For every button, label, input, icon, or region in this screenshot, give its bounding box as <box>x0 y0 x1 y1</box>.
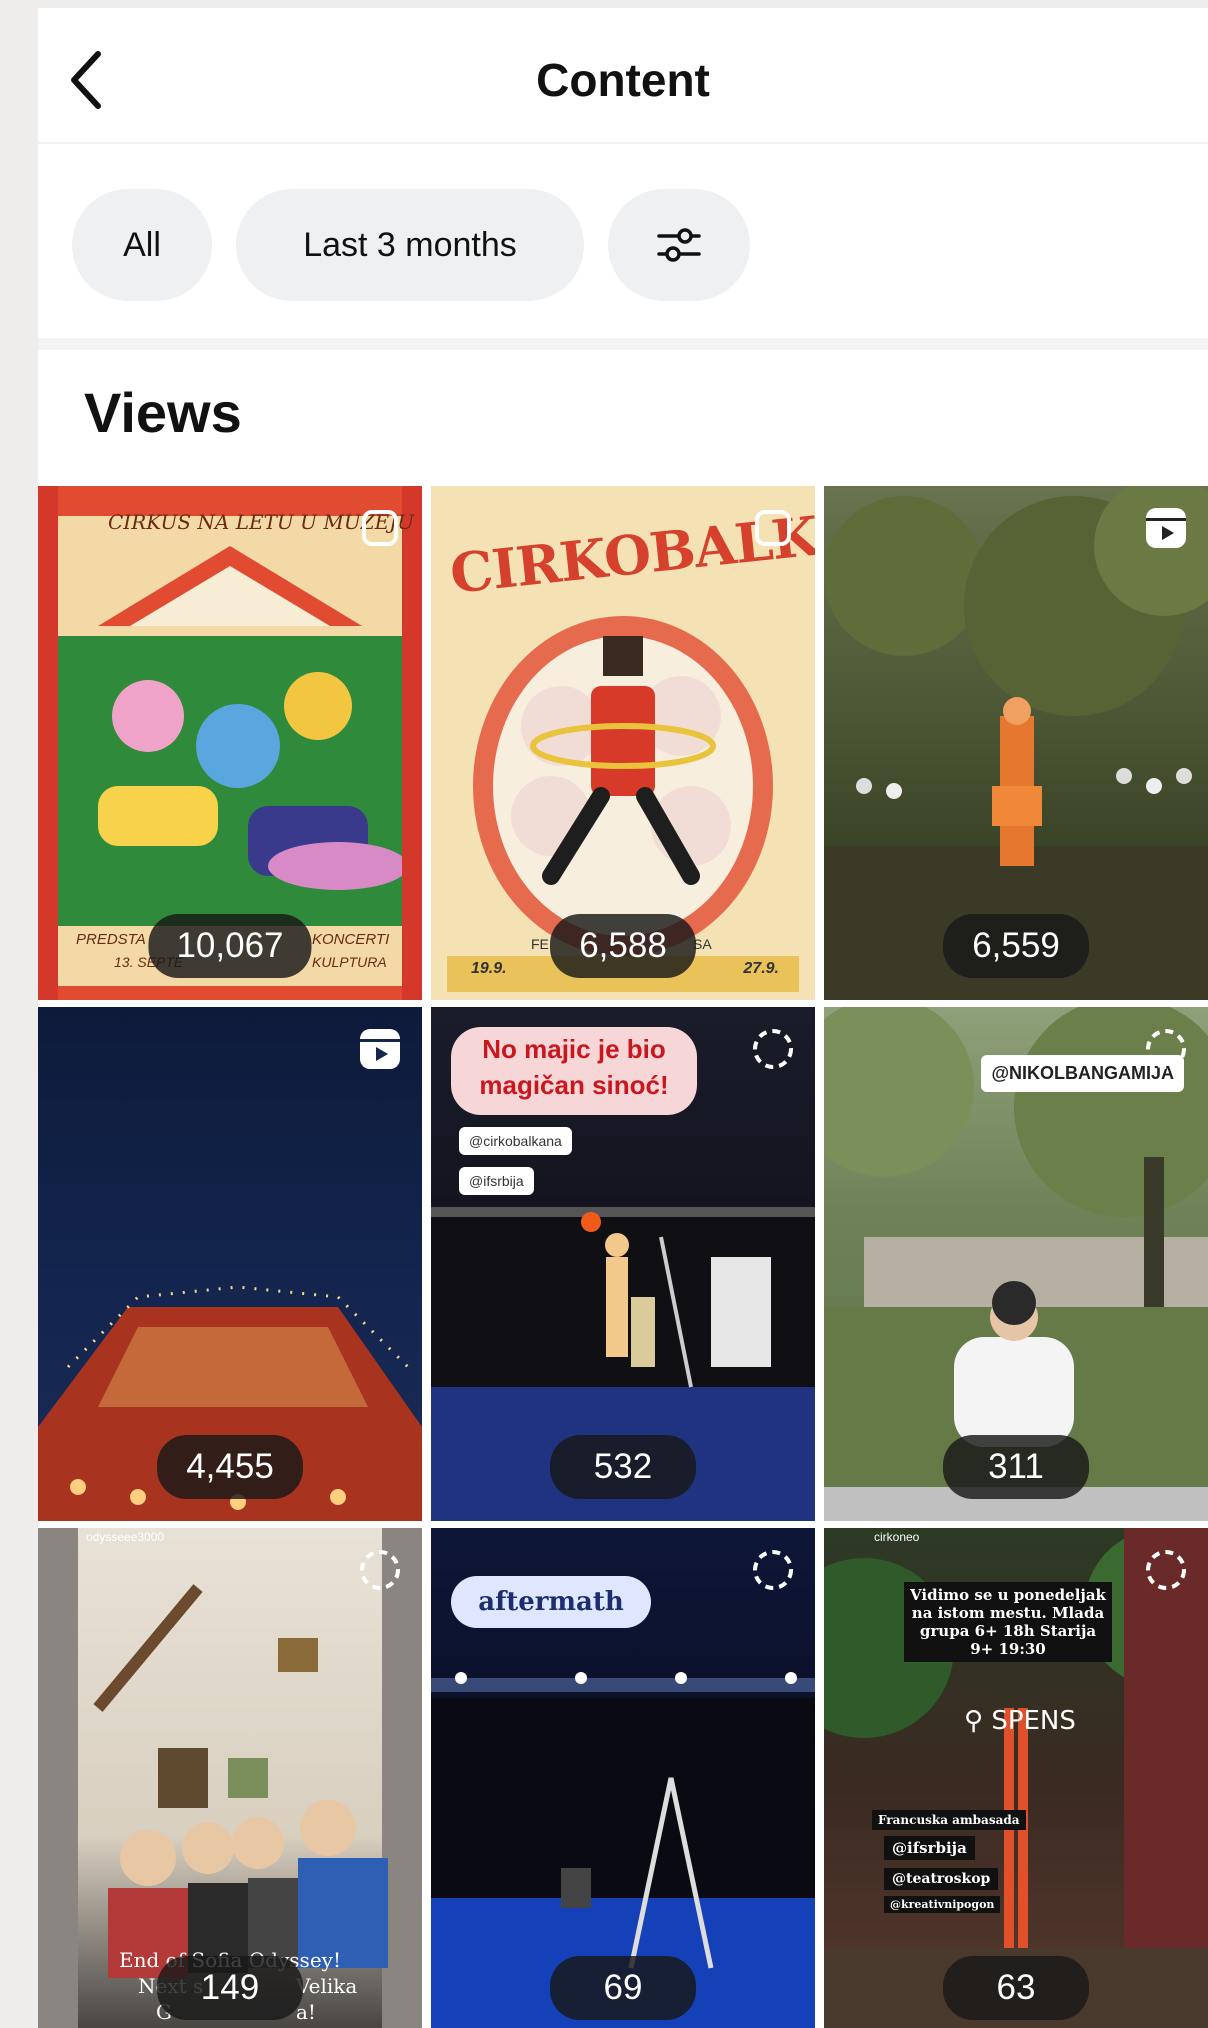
view-count-badge: 4,455 <box>157 1435 303 1499</box>
header: Content <box>38 8 1208 142</box>
content-tile[interactable]: aftermath 69 <box>431 1528 815 2028</box>
story-caption: Vidimo se u ponedeljak na istom mestu. M… <box>904 1582 1112 1662</box>
mention-tag: @ifsrbija <box>884 1836 975 1860</box>
story-username: cirkoneo <box>874 1530 920 1544</box>
location-label: SPENS <box>991 1706 1076 1736</box>
content-tile[interactable]: cirkoneo Vidimo se u ponedeljak na istom… <box>824 1528 1208 2028</box>
view-count-badge: 149 <box>157 1956 303 2020</box>
reel-icon <box>360 1029 400 1069</box>
mention-tag: @cirkobalkana <box>459 1127 572 1155</box>
poster-text: FE <box>531 936 549 952</box>
poster-date: 27.9. <box>743 960 779 977</box>
content-tile[interactable]: 4,455 <box>38 1007 422 1521</box>
reel-icon <box>1146 508 1186 548</box>
poster-text: KULPTURA <box>312 954 387 970</box>
story-username: odysseee3000 <box>86 1530 165 1544</box>
filter-date-range-chip[interactable]: Last 3 months <box>236 189 584 301</box>
poster-text: PREDSTA <box>76 931 146 948</box>
view-count-badge: 69 <box>550 1956 696 2020</box>
location-sticker: ⚲ SPENS <box>964 1706 1076 1736</box>
content-tile[interactable]: CIRKOBALKANA 19.9. 27.9. FE SA 6,588 <box>431 486 815 1000</box>
section-divider <box>38 338 1208 350</box>
story-icon <box>1146 1550 1186 1590</box>
filter-bar: All Last 3 months <box>38 144 1208 338</box>
content-tile[interactable]: CIRKUS NA LETU U MUZEJU PREDSTA 13. SEPT… <box>38 486 422 1000</box>
content-tile[interactable]: odysseee3000 End of Sofia Odyssey! Next … <box>38 1528 422 2028</box>
story-caption: Francuska ambasada <box>872 1810 1026 1830</box>
post-icon <box>755 510 791 546</box>
view-count-badge: 10,067 <box>148 914 312 978</box>
mention-tag: @ifsrbija <box>459 1167 534 1195</box>
poster-text: KONCERTI <box>312 931 390 948</box>
screen: Content All Last 3 months Views CIRKUS N… <box>38 8 1208 2028</box>
story-icon <box>753 1550 793 1590</box>
view-count-badge: 6,559 <box>943 914 1089 978</box>
story-caption-sticker: aftermath <box>451 1576 651 1628</box>
cafe-group-thumbnail: odysseee3000 End of Sofia Odyssey! Next … <box>38 1528 422 2028</box>
view-count-badge: 63 <box>943 1956 1089 2020</box>
post-icon <box>362 510 398 546</box>
content-tile[interactable]: No majic je bio magičan sinoć! @cirkobal… <box>431 1007 815 1521</box>
mention-tag: @kreativnipogon <box>884 1896 1001 1913</box>
content-tile[interactable]: @NIKOLBANGAMIJA 311 <box>824 1007 1208 1521</box>
story-icon <box>1146 1029 1186 1069</box>
filter-settings-button[interactable] <box>608 189 750 301</box>
filter-all-chip[interactable]: All <box>72 189 212 301</box>
story-caption-sticker: No majic je bio magičan sinoć! <box>451 1027 697 1115</box>
page-title: Content <box>536 54 710 106</box>
view-count-badge: 532 <box>550 1435 696 1499</box>
stage-aftermath-thumbnail: aftermath <box>431 1528 815 2028</box>
section-title: Views <box>84 381 242 444</box>
mention-tag: @teatroskop <box>884 1868 999 1890</box>
story-icon <box>360 1550 400 1590</box>
sliders-icon <box>657 228 701 262</box>
view-count-badge: 6,588 <box>550 914 696 978</box>
story-icon <box>753 1029 793 1069</box>
story-caption: Velika <box>296 1974 358 1998</box>
content-tile[interactable]: 6,559 <box>824 486 1208 1000</box>
aerial-silks-thumbnail: cirkoneo Vidimo se u ponedeljak na istom… <box>824 1528 1208 2028</box>
poster-date: 19.9. <box>471 960 507 977</box>
view-count-badge: 311 <box>943 1435 1089 1499</box>
location-pin-icon: ⚲ <box>964 1706 992 1736</box>
